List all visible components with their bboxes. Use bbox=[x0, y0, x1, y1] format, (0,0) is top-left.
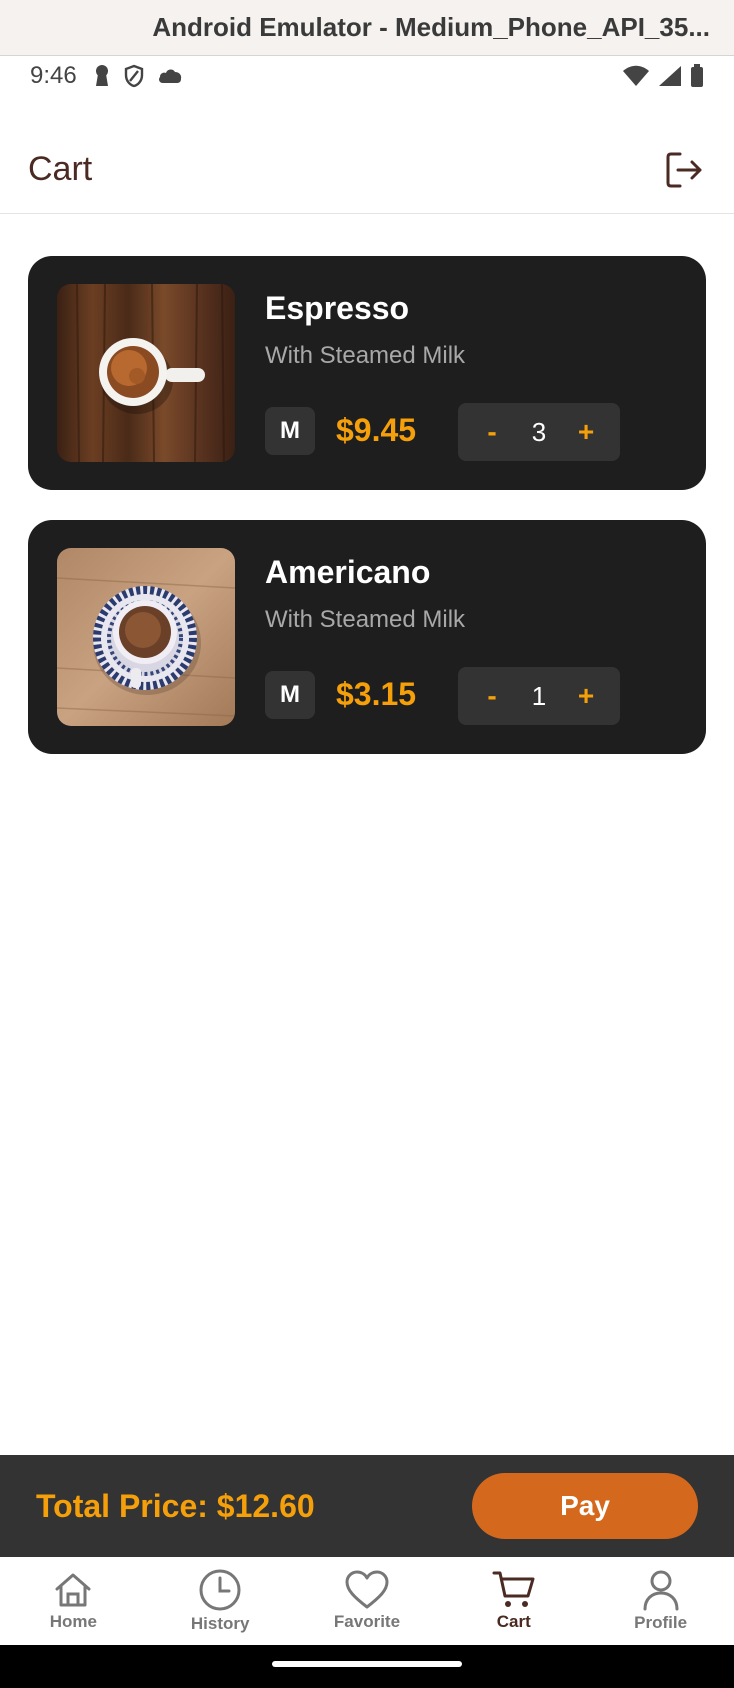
nav-item-home[interactable]: Home bbox=[3, 1570, 143, 1632]
app-header: Cart bbox=[0, 126, 734, 214]
nav-item-profile[interactable]: Profile bbox=[591, 1569, 731, 1633]
battery-icon bbox=[691, 64, 703, 87]
decrease-quantity-button[interactable]: - bbox=[480, 416, 504, 448]
bottom-nav: Home History Favorite Cart Profile bbox=[0, 1557, 734, 1645]
nav-item-cart[interactable]: Cart bbox=[444, 1570, 584, 1632]
clock-icon bbox=[199, 1569, 241, 1611]
shield-icon bbox=[124, 64, 143, 88]
cart-icon bbox=[492, 1571, 535, 1607]
nav-label: Profile bbox=[634, 1613, 688, 1632]
decrease-quantity-button[interactable]: - bbox=[480, 680, 504, 712]
nav-label: Favorite bbox=[333, 1612, 401, 1631]
size-badge: M bbox=[265, 671, 315, 719]
increase-quantity-button[interactable]: + bbox=[574, 416, 598, 448]
item-name: Americano bbox=[265, 554, 431, 590]
nav-item-history[interactable]: History bbox=[150, 1568, 290, 1634]
wifi-icon bbox=[623, 65, 649, 86]
item-price: $9.45 bbox=[336, 412, 417, 448]
quantity-value: 3 bbox=[531, 416, 547, 447]
cart-item-card[interactable]: Americano With Steamed Milk M $3.15 - 1 … bbox=[28, 520, 706, 754]
coffee-image bbox=[57, 284, 235, 462]
nav-label: Home bbox=[49, 1612, 97, 1631]
logout-icon bbox=[666, 152, 702, 187]
emulator-window-title: Android Emulator - Medium_Phone_API_35..… bbox=[0, 0, 734, 56]
quantity-stepper: - 3 + bbox=[458, 403, 620, 461]
status-time: 9:46 bbox=[30, 62, 77, 89]
heart-icon bbox=[345, 1570, 389, 1609]
nav-label: Cart bbox=[496, 1612, 531, 1631]
quantity-stepper: - 1 + bbox=[458, 667, 620, 725]
nav-label: History bbox=[190, 1614, 250, 1633]
coffee-image bbox=[57, 548, 235, 726]
nav-item-favorite[interactable]: Favorite bbox=[297, 1570, 437, 1632]
item-description: With Steamed Milk bbox=[265, 342, 466, 369]
size-badge: M bbox=[265, 407, 315, 455]
item-name: Espresso bbox=[265, 290, 410, 326]
home-icon bbox=[55, 1573, 91, 1607]
user-icon bbox=[643, 1570, 679, 1611]
page-title: Cart bbox=[28, 150, 93, 188]
logout-button[interactable] bbox=[662, 148, 706, 192]
cart-list: Espresso With Steamed Milk M $9.45 - 3 + bbox=[28, 256, 706, 784]
pay-button[interactable]: Pay bbox=[472, 1473, 698, 1539]
gesture-bar bbox=[0, 1645, 734, 1688]
status-icons-left bbox=[93, 64, 183, 88]
cart-item-card[interactable]: Espresso With Steamed Milk M $9.45 - 3 + bbox=[28, 256, 706, 490]
home-gesture-handle[interactable] bbox=[272, 1661, 462, 1667]
item-description: With Steamed Milk bbox=[265, 606, 466, 633]
status-icons-right bbox=[622, 64, 704, 88]
quantity-value: 1 bbox=[531, 680, 547, 711]
keyhole-icon bbox=[95, 65, 108, 86]
increase-quantity-button[interactable]: + bbox=[574, 680, 598, 712]
checkout-bar: Total Price: $12.60 Pay bbox=[0, 1455, 734, 1557]
phone-screen: 9:46 Cart Espresso With Steamed Milk M $… bbox=[0, 56, 734, 1688]
signal-icon bbox=[659, 66, 681, 86]
item-price: $3.15 bbox=[336, 676, 417, 712]
total-price: Total Price: $12.60 bbox=[36, 1487, 315, 1524]
cloud-icon bbox=[158, 69, 181, 83]
status-bar: 9:46 bbox=[0, 56, 734, 96]
